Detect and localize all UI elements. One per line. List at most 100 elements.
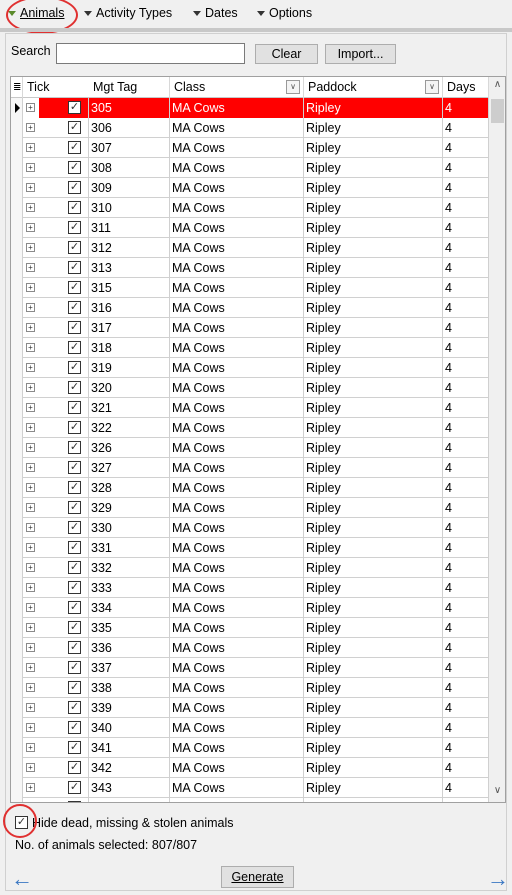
expand-plus-icon[interactable]: + (26, 443, 35, 452)
column-header-tick[interactable]: Tick (23, 77, 89, 98)
tick-checkbox[interactable]: ✓ (68, 781, 81, 794)
row-indicator[interactable] (11, 478, 23, 498)
row-indicator[interactable] (11, 398, 23, 418)
tick-checkbox[interactable]: ✓ (68, 721, 81, 734)
expand-plus-icon[interactable]: + (26, 203, 35, 212)
row-indicator[interactable] (11, 558, 23, 578)
expand-plus-icon[interactable]: + (26, 663, 35, 672)
expand-plus-icon[interactable]: + (26, 183, 35, 192)
row-indicator[interactable] (11, 98, 23, 118)
column-chooser-icon[interactable]: ≣ (11, 77, 23, 98)
tick-checkbox[interactable]: ✓ (68, 101, 81, 114)
tick-checkbox[interactable]: ✓ (68, 621, 81, 634)
table-row[interactable]: + ✓ 315 MA Cows Ripley 4 (11, 278, 489, 298)
tick-checkbox[interactable]: ✓ (68, 301, 81, 314)
table-row[interactable]: + ✓ 322 MA Cows Ripley 4 (11, 418, 489, 438)
tick-checkbox[interactable]: ✓ (68, 361, 81, 374)
table-row[interactable]: + ✓ 308 MA Cows Ripley 4 (11, 158, 489, 178)
row-indicator[interactable] (11, 378, 23, 398)
row-indicator[interactable] (11, 258, 23, 278)
expand-plus-icon[interactable]: + (26, 463, 35, 472)
row-indicator[interactable] (11, 698, 23, 718)
scrollbar-thumb[interactable] (491, 99, 504, 123)
table-row[interactable]: + ✓ 312 MA Cows Ripley 4 (11, 238, 489, 258)
expand-plus-icon[interactable]: + (26, 163, 35, 172)
expand-plus-icon[interactable]: + (26, 343, 35, 352)
row-indicator[interactable] (11, 298, 23, 318)
row-indicator[interactable] (11, 598, 23, 618)
row-indicator[interactable] (11, 578, 23, 598)
table-row[interactable]: + ✓ 329 MA Cows Ripley 4 (11, 498, 489, 518)
row-indicator[interactable] (11, 798, 23, 802)
expand-plus-icon[interactable]: + (26, 643, 35, 652)
expand-plus-icon[interactable]: + (26, 383, 35, 392)
expand-plus-icon[interactable]: + (26, 143, 35, 152)
row-indicator[interactable] (11, 158, 23, 178)
scroll-down-icon[interactable]: ∨ (489, 785, 505, 802)
table-row[interactable]: + ✓ 331 MA Cows Ripley 4 (11, 538, 489, 558)
expand-plus-icon[interactable]: + (26, 243, 35, 252)
row-indicator[interactable] (11, 518, 23, 538)
row-indicator[interactable] (11, 458, 23, 478)
filter-dropdown-icon[interactable]: ∨ (425, 80, 439, 94)
expand-plus-icon[interactable]: + (26, 543, 35, 552)
table-row[interactable]: + ✓ 318 MA Cows Ripley 4 (11, 338, 489, 358)
expand-plus-icon[interactable]: + (26, 603, 35, 612)
row-indicator[interactable] (11, 338, 23, 358)
expand-plus-icon[interactable]: + (26, 483, 35, 492)
tick-checkbox[interactable]: ✓ (68, 541, 81, 554)
row-indicator[interactable] (11, 618, 23, 638)
table-row[interactable]: + ✓ 320 MA Cows Ripley 4 (11, 378, 489, 398)
table-row[interactable]: + ✓ 327 MA Cows Ripley 4 (11, 458, 489, 478)
tick-checkbox[interactable]: ✓ (68, 141, 81, 154)
table-row[interactable]: + ✓ 332 MA Cows Ripley 4 (11, 558, 489, 578)
table-row[interactable]: + ✓ 334 MA Cows Ripley 4 (11, 598, 489, 618)
tick-checkbox[interactable]: ✓ (68, 641, 81, 654)
expand-plus-icon[interactable]: + (26, 103, 35, 112)
table-row[interactable]: + ✓ 321 MA Cows Ripley 4 (11, 398, 489, 418)
expand-plus-icon[interactable]: + (26, 523, 35, 532)
table-row[interactable]: + ✓ 338 MA Cows Ripley 4 (11, 678, 489, 698)
tick-checkbox[interactable]: ✓ (68, 601, 81, 614)
table-row[interactable]: + ✓ 328 MA Cows Ripley 4 (11, 478, 489, 498)
expand-plus-icon[interactable]: + (26, 623, 35, 632)
table-row[interactable]: + ✓ 317 MA Cows Ripley 4 (11, 318, 489, 338)
table-row[interactable]: + ✓ 326 MA Cows Ripley 4 (11, 438, 489, 458)
row-indicator[interactable] (11, 718, 23, 738)
row-indicator[interactable] (11, 238, 23, 258)
table-row[interactable]: + ✓ 342 MA Cows Ripley 4 (11, 758, 489, 778)
tick-checkbox[interactable]: ✓ (68, 501, 81, 514)
expand-plus-icon[interactable]: + (26, 423, 35, 432)
table-row[interactable]: + ✓ 337 MA Cows Ripley 4 (11, 658, 489, 678)
tick-checkbox[interactable]: ✓ (68, 201, 81, 214)
row-indicator[interactable] (11, 418, 23, 438)
filter-dropdown-icon[interactable]: ∨ (286, 80, 300, 94)
table-row[interactable]: + ✓ 316 MA Cows Ripley 4 (11, 298, 489, 318)
expand-plus-icon[interactable]: + (26, 763, 35, 772)
expand-plus-icon[interactable]: + (26, 283, 35, 292)
expand-plus-icon[interactable]: + (26, 503, 35, 512)
table-row[interactable]: + ✓ 310 MA Cows Ripley 4 (11, 198, 489, 218)
expand-plus-icon[interactable]: + (26, 323, 35, 332)
import-button[interactable]: Import... (325, 44, 396, 64)
tick-checkbox[interactable]: ✓ (68, 561, 81, 574)
table-row[interactable]: +✓344MA CowsRipley4 (11, 798, 489, 802)
table-row[interactable]: + ✓ 336 MA Cows Ripley 4 (11, 638, 489, 658)
row-indicator[interactable] (11, 438, 23, 458)
row-indicator[interactable] (11, 638, 23, 658)
expand-plus-icon[interactable]: + (26, 743, 35, 752)
forward-arrow-icon[interactable]: → (487, 866, 509, 892)
tick-checkbox[interactable]: ✓ (68, 281, 81, 294)
table-row[interactable]: + ✓ 333 MA Cows Ripley 4 (11, 578, 489, 598)
tick-checkbox[interactable]: ✓ (68, 241, 81, 254)
expand-plus-icon[interactable]: + (26, 723, 35, 732)
expand-plus-icon[interactable]: + (26, 223, 35, 232)
tick-checkbox[interactable]: ✓ (68, 321, 81, 334)
expand-plus-icon[interactable]: + (26, 263, 35, 272)
row-indicator[interactable] (11, 318, 23, 338)
expand-plus-icon[interactable]: + (26, 563, 35, 572)
column-header-class[interactable]: Class ∨ (170, 77, 304, 98)
tick-checkbox[interactable]: ✓ (68, 181, 81, 194)
tick-checkbox[interactable]: ✓ (68, 701, 81, 714)
table-row[interactable]: + ✓ 313 MA Cows Ripley 4 (11, 258, 489, 278)
